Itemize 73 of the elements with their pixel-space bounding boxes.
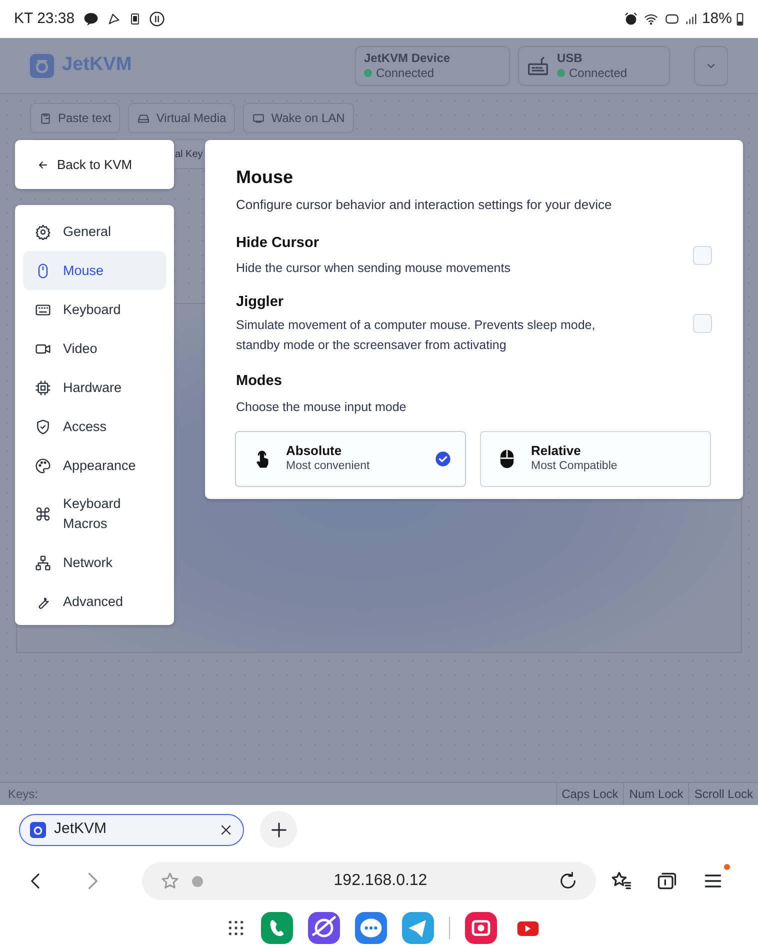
settings-nav-item[interactable]: Network [23,543,166,582]
paper-plane-app-icon[interactable] [402,912,434,944]
mode-subtitle: Most Compatible [531,459,618,474]
status-title: USB [557,50,584,66]
checkbox[interactable] [693,314,712,333]
mode-subtitle: Most convenient [286,459,371,474]
arrow-left-icon [37,158,49,170]
settings-nav-item[interactable]: General [23,212,166,251]
command-icon [35,506,51,522]
setting-title: Hide Cursor [236,234,320,252]
notification-dot [724,864,730,870]
address-bar[interactable]: 192.168.0.12 [142,862,596,900]
network-icon [35,554,51,570]
settings-nav-item[interactable]: Appearance [23,446,166,485]
app-grid-icon[interactable] [226,918,246,938]
status-title: JetKVM Device [364,50,450,66]
status-text: Connected [569,66,628,80]
settings-nav-item[interactable]: Advanced [23,582,166,621]
panel-subtitle: Configure cursor behavior and interaction settings for your device [236,196,613,214]
check-circle-icon [435,451,451,468]
battery-percent: 18% [702,8,732,29]
panel-title: Mouse [236,166,294,189]
settings-nav-item[interactable]: Video [23,329,166,368]
star-icon[interactable] [160,871,180,891]
logo-icon [30,822,46,838]
gear-icon [35,224,51,240]
new-tab-button[interactable] [260,811,297,848]
mode-option[interactable]: Absolute Most convenient [235,431,466,488]
setting-description: Hide the cursor when sending mouse movements [236,260,510,278]
plus-icon [268,820,288,840]
alarm-icon [624,12,638,26]
back-button[interactable]: Back to KVM [15,140,174,189]
pause-circle-icon [148,11,165,27]
setting-description: Choose the mouse input mode [236,398,408,416]
settings-nav-item[interactable]: Keyboard [23,290,166,329]
shield-icon [35,418,51,434]
toolbar-icon [39,112,52,124]
camera-app-icon[interactable] [465,912,497,944]
chip-icon [35,380,51,396]
settings-nav-item[interactable]: Hardware [23,368,166,407]
toolbar-button[interactable]: al Key [175,139,205,169]
signal-icon [684,12,698,26]
close-icon[interactable] [219,822,233,836]
phone-icon [128,11,141,27]
keyboard-icon [35,302,51,318]
status-text: Connected [376,66,434,80]
settings-nav-item[interactable]: Access [23,407,166,446]
setting-title: Jiggler [236,292,285,312]
messages-app-icon[interactable] [355,912,387,944]
carrier-time: KT 23:38 [14,8,75,29]
status-dot [557,69,565,77]
tabs-icon[interactable] [656,870,678,892]
mode-label: Relative [531,442,582,458]
browser-tab[interactable]: JetKVM [19,814,244,846]
wifi-icon [642,12,660,26]
logo-icon [30,54,54,78]
setting-description: Simulate movement of a computer mouse. Prevents sleep mode, standby mode or the screensaver from activating [236,317,596,354]
phone-app-icon[interactable] [261,912,293,944]
chat-icon [82,11,99,27]
mode-label: Absolute [286,442,343,458]
mode-option[interactable]: Relative Most Compatible [480,431,711,488]
palette-icon [35,458,51,474]
settings-nav-item[interactable]: Keyboard Macros [23,485,166,543]
keyboard-icon [527,54,549,76]
setting-title: Modes [236,372,283,392]
status-dot [364,69,372,77]
toolbar-icon [252,112,266,124]
reload-icon[interactable] [558,871,578,891]
keys-label: Keys: [8,786,38,803]
checkbox[interactable] [693,246,712,266]
battery-icon [736,11,744,27]
settings-nav-item[interactable]: Mouse [23,251,166,290]
bookmarks-icon[interactable] [610,870,632,892]
